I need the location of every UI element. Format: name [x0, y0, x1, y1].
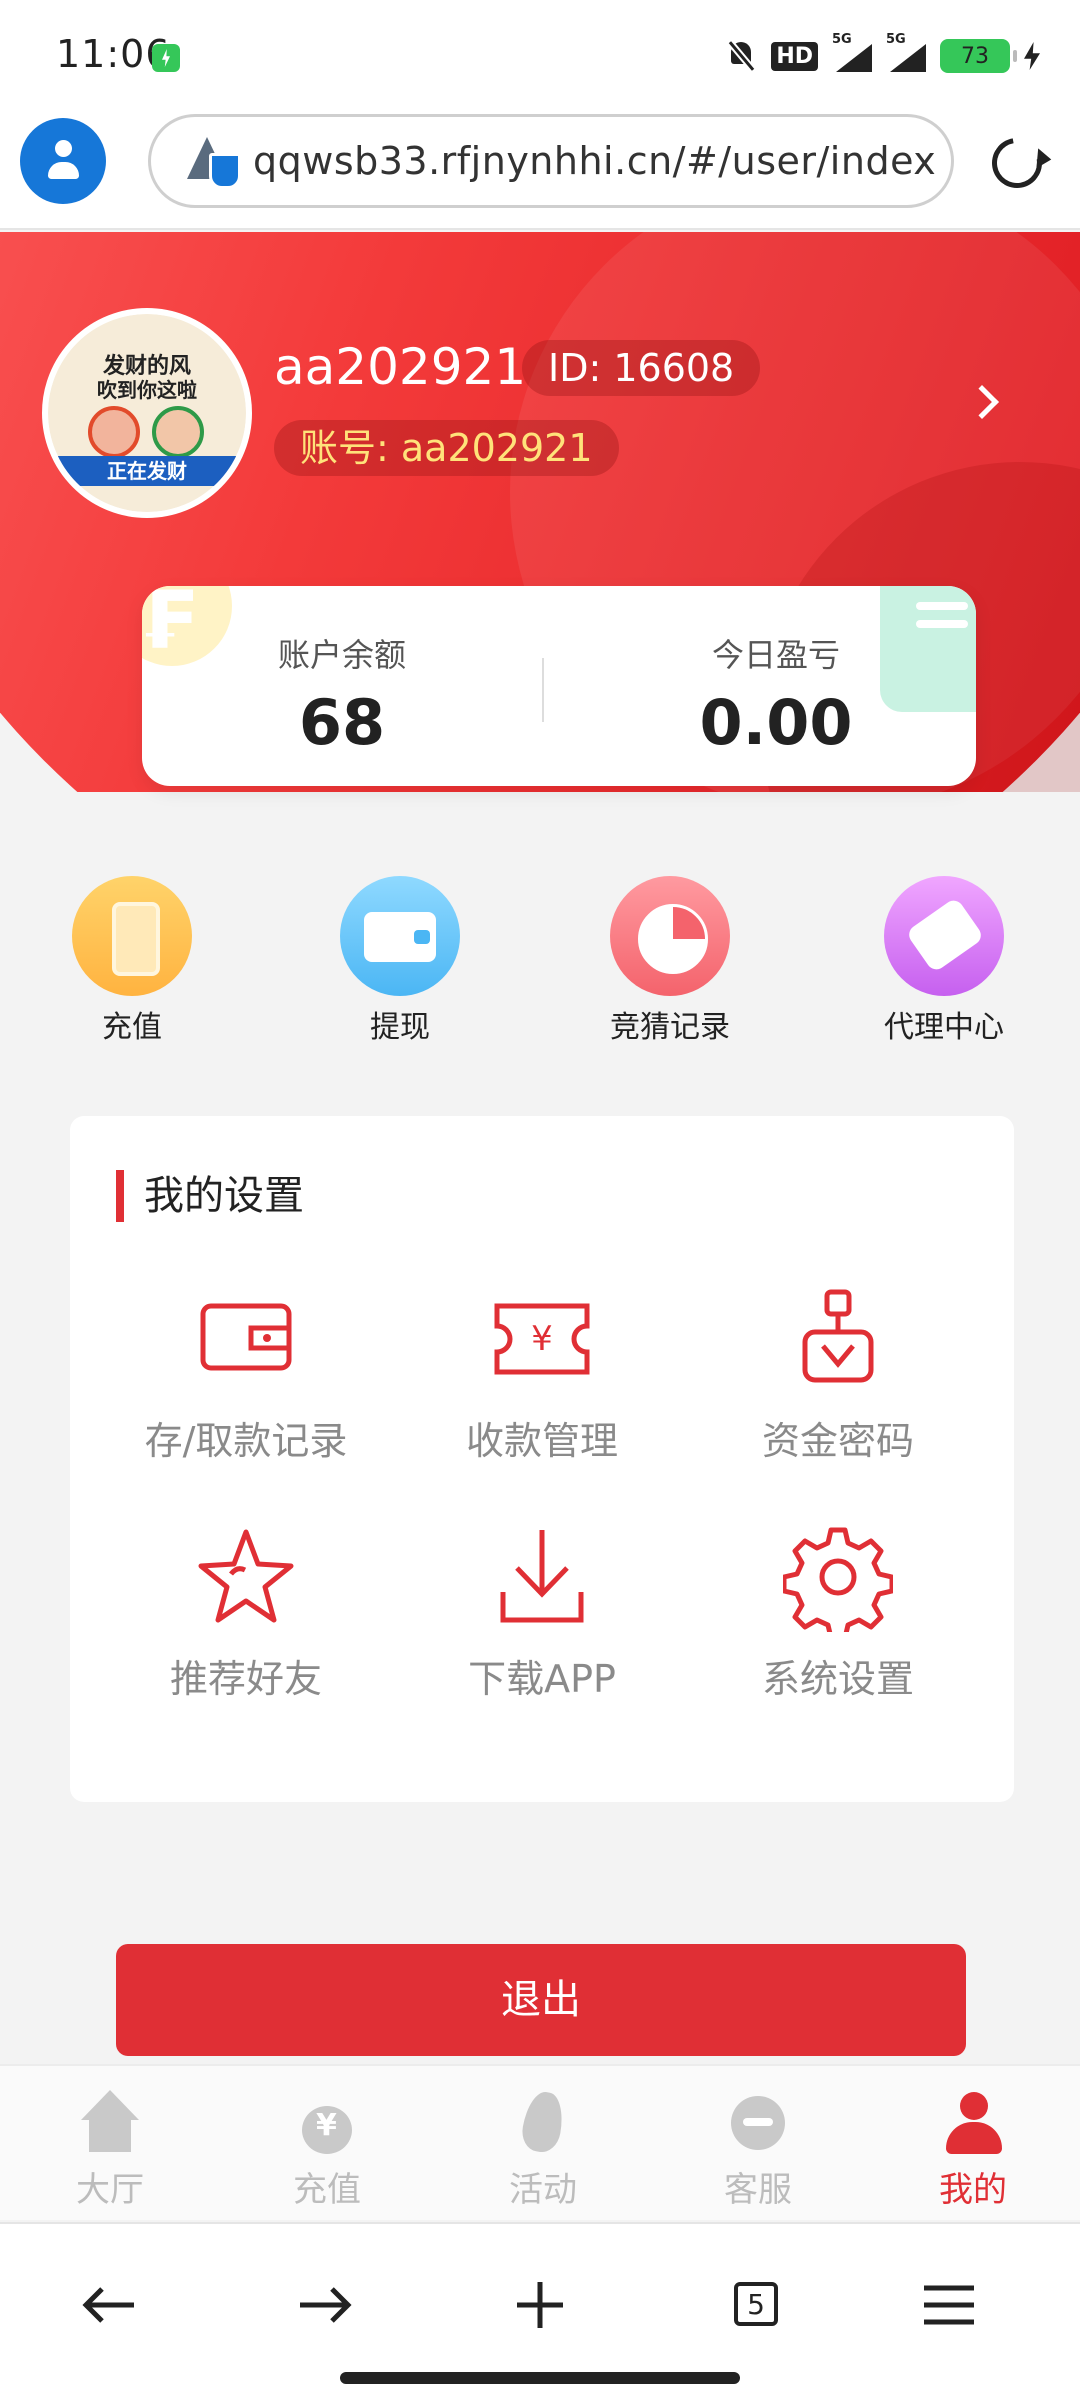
gear-icon: [781, 1522, 895, 1641]
home-icon: [77, 2090, 143, 2156]
tab-mine[interactable]: 我的: [893, 2090, 1053, 2211]
new-tab-plus-icon[interactable]: [505, 2270, 575, 2340]
profile-icon[interactable]: [20, 118, 106, 204]
bet-records-label: 竞猜记录: [610, 1010, 730, 1045]
account-balance-label: 账户余额: [277, 636, 406, 674]
avatar-banner: 正在发财: [58, 456, 236, 486]
today-pnl-value: 0.00: [699, 686, 853, 759]
deposit-withdraw-records[interactable]: 存/取款记录: [96, 1284, 396, 1465]
signal-icon: 5G: [886, 32, 926, 72]
tab-label: 大厅: [76, 2170, 144, 2210]
user-id-badge: ID: 16608: [522, 340, 761, 396]
address-bar[interactable]: qqwsb33.rfjnynhhi.cn/#/user/index: [148, 114, 954, 208]
tab-label: 我的: [939, 2170, 1007, 2210]
agent-center-button[interactable]: 代理中心: [844, 876, 1044, 1046]
menu-icon[interactable]: [914, 2270, 984, 2340]
avatar-image: 发财的风 吹到你这啦 正在发财: [48, 314, 246, 512]
tab-lobby[interactable]: 大厅: [30, 2090, 190, 2211]
handshake-icon: [884, 876, 1004, 996]
tab-label: 充值: [293, 2170, 361, 2210]
flame-icon: [510, 2090, 576, 2156]
site-security-icon[interactable]: [187, 135, 241, 189]
home-indicator[interactable]: [340, 2372, 740, 2384]
mute-icon: [727, 40, 757, 72]
reload-icon[interactable]: [982, 128, 1052, 198]
tab-label: 客服: [724, 2170, 792, 2210]
person-icon: [940, 2090, 1006, 2156]
withdraw-label: 提现: [370, 1010, 430, 1045]
agent-center-label: 代理中心: [884, 1010, 1004, 1045]
withdraw-button[interactable]: 提现: [300, 876, 500, 1046]
wallet-outline-icon: [191, 1284, 301, 1394]
set-label: 资金密码: [761, 1419, 914, 1463]
bolt-icon: [1024, 42, 1040, 70]
avatar-figure: [152, 406, 204, 458]
divider: [542, 658, 544, 722]
back-arrow-icon[interactable]: [74, 2270, 144, 2340]
ticket-yen-icon: ¥: [487, 1284, 597, 1394]
account-badge: 账号: aa202921: [274, 420, 619, 476]
tab-count: 5: [734, 2282, 778, 2326]
logout-button[interactable]: 退出: [116, 1944, 966, 2056]
refer-friends[interactable]: 推荐好友: [96, 1522, 396, 1703]
today-pnl: 今日盈亏 0.00: [576, 586, 976, 786]
tab-customer-service[interactable]: 客服: [678, 2090, 838, 2211]
status-icons: HD 5G 5G 73: [727, 32, 1040, 76]
tab-recharge[interactable]: 充值: [247, 2090, 407, 2211]
set-label: 系统设置: [761, 1657, 914, 1701]
pie-chart-icon: [610, 876, 730, 996]
bet-records-button[interactable]: 竞猜记录: [570, 876, 770, 1046]
tab-label: 活动: [509, 2170, 577, 2210]
charging-icon: [152, 44, 180, 72]
quick-actions: 充值 提现 竞猜记录 代理中心: [0, 876, 1080, 1056]
phone-icon: [72, 876, 192, 996]
url-text[interactable]: qqwsb33.rfjnynhhi.cn/#/user/index: [253, 139, 936, 183]
recharge-button[interactable]: 充值: [32, 876, 232, 1046]
balance-card: 账户余额 68 今日盈亏 0.00: [142, 586, 976, 786]
avatar-text: 吹到你这啦: [97, 378, 197, 402]
battery-icon: 73: [940, 39, 1017, 73]
signal-label: 5G: [832, 32, 852, 47]
forward-arrow-icon[interactable]: [290, 2270, 360, 2340]
download-app[interactable]: 下载APP: [392, 1522, 692, 1703]
moneybag-icon: [294, 2090, 360, 2156]
wallet-icon: [340, 876, 460, 996]
signal-label: 5G: [886, 32, 906, 47]
set-label: 存/取款记录: [144, 1419, 348, 1463]
my-settings-card: 我的设置 存/取款记录 ¥ 收款管理 资金密码 推荐好友 下载APP 系统设置: [70, 1116, 1014, 1802]
browser-toolbar: qqwsb33.rfjnynhhi.cn/#/user/index: [0, 110, 1080, 230]
lock-password-icon: [783, 1284, 893, 1394]
hd-badge: HD: [771, 41, 818, 71]
payment-management[interactable]: ¥ 收款管理: [392, 1284, 692, 1465]
status-bar: 11:06 HD 5G 5G 73: [0, 0, 1080, 110]
set-label: 收款管理: [465, 1419, 618, 1463]
account-balance: 账户余额 68: [142, 586, 542, 786]
settings-title: 我的设置: [116, 1170, 304, 1222]
signal-icon: 5G: [832, 32, 872, 72]
recharge-label: 充值: [102, 1010, 162, 1045]
customer-service-icon: [725, 2090, 791, 2156]
svg-text:¥: ¥: [531, 1319, 553, 1359]
avatar[interactable]: 发财的风 吹到你这啦 正在发财: [42, 308, 252, 518]
account-balance-value: 68: [298, 686, 386, 759]
today-pnl-label: 今日盈亏: [711, 636, 840, 674]
system-settings[interactable]: 系统设置: [688, 1522, 988, 1703]
username: aa202921: [274, 338, 527, 396]
tab-activities[interactable]: 活动: [463, 2090, 623, 2211]
set-label: 推荐好友: [169, 1657, 322, 1701]
avatar-figure: [88, 406, 140, 458]
download-icon: [487, 1522, 597, 1632]
bottom-tab-bar: 大厅 充值 活动 客服 我的: [0, 2064, 1080, 2220]
fund-password[interactable]: 资金密码: [688, 1284, 988, 1465]
star-icon: [191, 1522, 301, 1632]
tabs-button[interactable]: 5: [720, 2270, 790, 2340]
set-label: 下载APP: [468, 1657, 616, 1701]
